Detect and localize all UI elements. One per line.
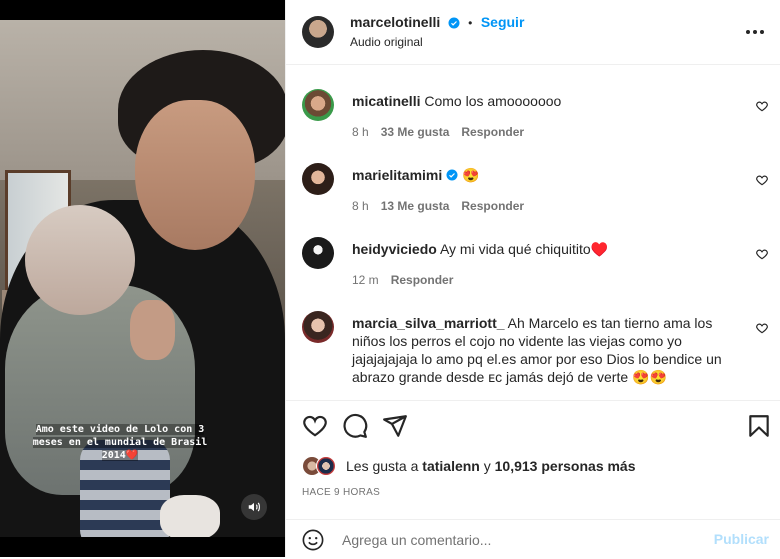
likes-connector: y (479, 458, 495, 474)
audio-toggle-button[interactable] (241, 494, 267, 520)
likes-prefix: Les gusta a (346, 458, 423, 474)
reply-button[interactable]: Responder (461, 199, 524, 213)
likes-user-link[interactable]: tatialenn (422, 458, 480, 474)
comment-like-icon[interactable] (755, 99, 769, 113)
post-media[interactable]: Amo este video de Lolo con 3 meses en el… (0, 0, 285, 557)
comment-likes[interactable]: 13 Me gusta (381, 199, 450, 213)
comment-username[interactable]: heidyviciedo (352, 241, 437, 257)
post-timestamp[interactable]: HACE 9 HORAS (302, 487, 380, 498)
post-actions: Les gusta a tatialenn y 10,913 personas … (286, 400, 780, 558)
comment-time[interactable]: 12 m (352, 273, 379, 287)
reply-button[interactable]: Responder (391, 273, 454, 287)
comment-username[interactable]: marcia_silva_marriott_ (352, 315, 505, 331)
share-icon[interactable] (382, 413, 408, 439)
post-header: marcelotinelli • Seguir Audio original (286, 0, 780, 65)
audio-label[interactable]: Audio original (350, 35, 423, 49)
verified-badge-icon (448, 17, 460, 29)
comments-list[interactable]: micatinelli Como los amooooooo 8 h 33 Me … (286, 65, 780, 400)
video-caption: Amo este video de Lolo con 3 meses en el… (32, 424, 208, 461)
more-options-icon (746, 30, 764, 34)
likes-summary: Les gusta a tatialenn y 10,913 personas … (302, 455, 762, 477)
comment-time[interactable]: 8 h (352, 125, 369, 139)
emoji-icon[interactable] (302, 529, 324, 551)
liker-avatars[interactable] (302, 456, 338, 476)
comment-like-icon[interactable] (755, 321, 769, 335)
post-comment-button[interactable]: Publicar (714, 531, 769, 547)
comment-like-icon[interactable] (755, 173, 769, 187)
verified-badge-icon (446, 169, 458, 181)
comment-time[interactable]: 8 h (352, 199, 369, 213)
commenter-avatar[interactable] (302, 163, 334, 195)
bookmark-icon[interactable] (746, 413, 772, 439)
comment-input[interactable]: Agrega un comentario... (342, 532, 491, 548)
author-username[interactable]: marcelotinelli (350, 14, 440, 30)
header-separator: • (468, 16, 473, 30)
heart-icon[interactable] (302, 413, 328, 439)
reply-button[interactable]: Responder (461, 125, 524, 139)
comment-icon[interactable] (342, 413, 368, 439)
comment-text: Como los amooooooo (424, 93, 562, 109)
comment-like-icon[interactable] (755, 247, 769, 261)
commenter-avatar[interactable] (302, 237, 334, 269)
comment-username[interactable]: micatinelli (352, 93, 420, 109)
commenter-avatar[interactable] (302, 89, 334, 121)
follow-button[interactable]: Seguir (481, 14, 525, 30)
audio-icon (248, 502, 260, 512)
comment-text: 😍 (462, 167, 480, 183)
comment-composer: Agrega un comentario... Publicar (286, 519, 780, 559)
comment-username[interactable]: marielitamimi (352, 166, 442, 184)
author-avatar[interactable] (302, 16, 334, 48)
post-panel: marcelotinelli • Seguir Audio original m… (285, 0, 780, 557)
likes-count-link[interactable]: 10,913 personas más (495, 458, 636, 474)
commenter-avatar[interactable] (302, 311, 334, 343)
comment-text: Ay mi vida qué chiquitito♥️ (439, 241, 609, 257)
comment-likes[interactable]: 33 Me gusta (381, 125, 450, 139)
more-options-button[interactable] (743, 20, 767, 44)
